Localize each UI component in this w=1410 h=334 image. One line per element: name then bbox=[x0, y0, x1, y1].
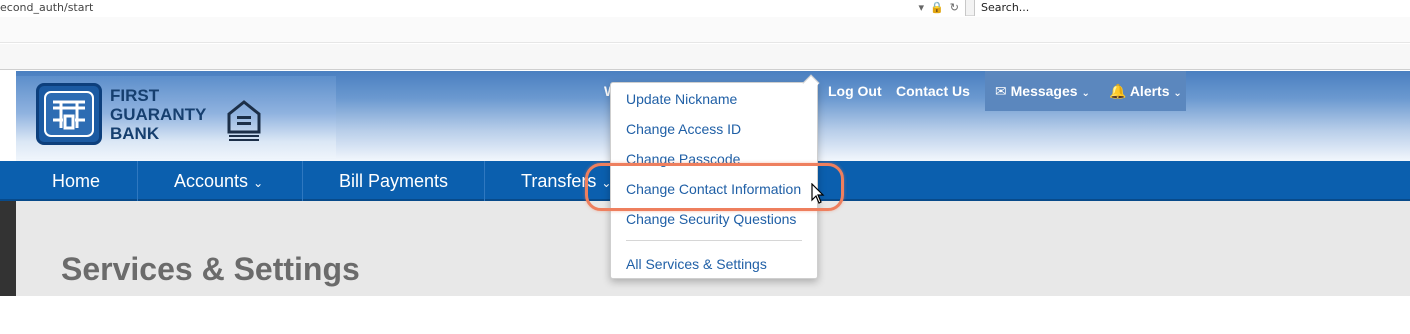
logout-link[interactable]: Log Out bbox=[828, 83, 882, 99]
chevron-down-icon: ⌄ bbox=[253, 176, 264, 190]
messages-menu[interactable]: ✉ Messages ⌄ bbox=[995, 83, 1090, 100]
browser-search-box[interactable] bbox=[974, 0, 1410, 16]
logo-panel: FIRST GUARANTY BANK bbox=[16, 76, 336, 158]
equal-housing-icon bbox=[226, 98, 262, 142]
address-bar-icons: ▾ 🔒 ↻ bbox=[919, 1, 959, 14]
messages-alerts-panel: ✉ Messages ⌄ 🔔 Alerts ⌄ bbox=[985, 71, 1186, 111]
browser-chrome: econd_auth/start ▾ 🔒 ↻ bbox=[0, 0, 1410, 16]
mouse-cursor-icon bbox=[811, 182, 825, 205]
contact-us-link[interactable]: Contact Us bbox=[896, 83, 970, 99]
browser-search-input[interactable] bbox=[981, 0, 1401, 15]
refresh-icon[interactable]: ↻ bbox=[950, 1, 959, 14]
menu-item-change-security-questions[interactable]: Change Security Questions bbox=[626, 211, 796, 227]
chevron-down-icon: ⌄ bbox=[1173, 88, 1182, 99]
bank-name-line1: FIRST bbox=[110, 86, 160, 105]
highlight-annotation bbox=[585, 163, 844, 211]
nav-bill-payments[interactable]: Bill Payments bbox=[339, 161, 448, 201]
browser-toolbar bbox=[0, 17, 1410, 43]
bell-icon: 🔔 bbox=[1109, 83, 1127, 99]
chevron-down-icon: ⌄ bbox=[1081, 88, 1090, 99]
nav-accounts-label: Accounts bbox=[174, 171, 249, 191]
alerts-menu[interactable]: 🔔 Alerts ⌄ bbox=[1109, 83, 1182, 100]
bank-name: FIRST GUARANTY BANK bbox=[110, 86, 206, 143]
url-text: econd_auth/start bbox=[0, 1, 94, 14]
address-bar[interactable]: econd_auth/start ▾ 🔒 ↻ bbox=[0, 0, 966, 16]
menu-item-all-services-settings[interactable]: All Services & Settings bbox=[626, 256, 767, 272]
nav-separator bbox=[484, 161, 485, 201]
page-title: Services & Settings bbox=[61, 251, 360, 287]
dropdown-arrow-icon[interactable]: ▾ bbox=[919, 1, 925, 14]
bank-name-line2: GUARANTY bbox=[110, 105, 207, 124]
bank-logo-icon[interactable] bbox=[36, 83, 102, 145]
menu-item-change-access-id[interactable]: Change Access ID bbox=[626, 121, 741, 137]
alerts-label: Alerts bbox=[1129, 83, 1170, 99]
messages-label: Messages bbox=[1010, 83, 1078, 99]
nav-accounts[interactable]: Accounts ⌄ bbox=[174, 161, 263, 201]
browser-toolbar-secondary bbox=[0, 44, 1410, 70]
left-edge-strip bbox=[0, 201, 16, 296]
bank-name-line3: BANK bbox=[110, 124, 160, 143]
nav-separator bbox=[302, 161, 303, 201]
menu-divider bbox=[626, 240, 802, 241]
lock-icon: 🔒 bbox=[930, 1, 944, 14]
menu-item-update-nickname[interactable]: Update Nickname bbox=[626, 91, 737, 107]
nav-separator bbox=[137, 161, 138, 201]
nav-home[interactable]: Home bbox=[52, 161, 100, 201]
envelope-icon: ✉ bbox=[995, 83, 1007, 99]
